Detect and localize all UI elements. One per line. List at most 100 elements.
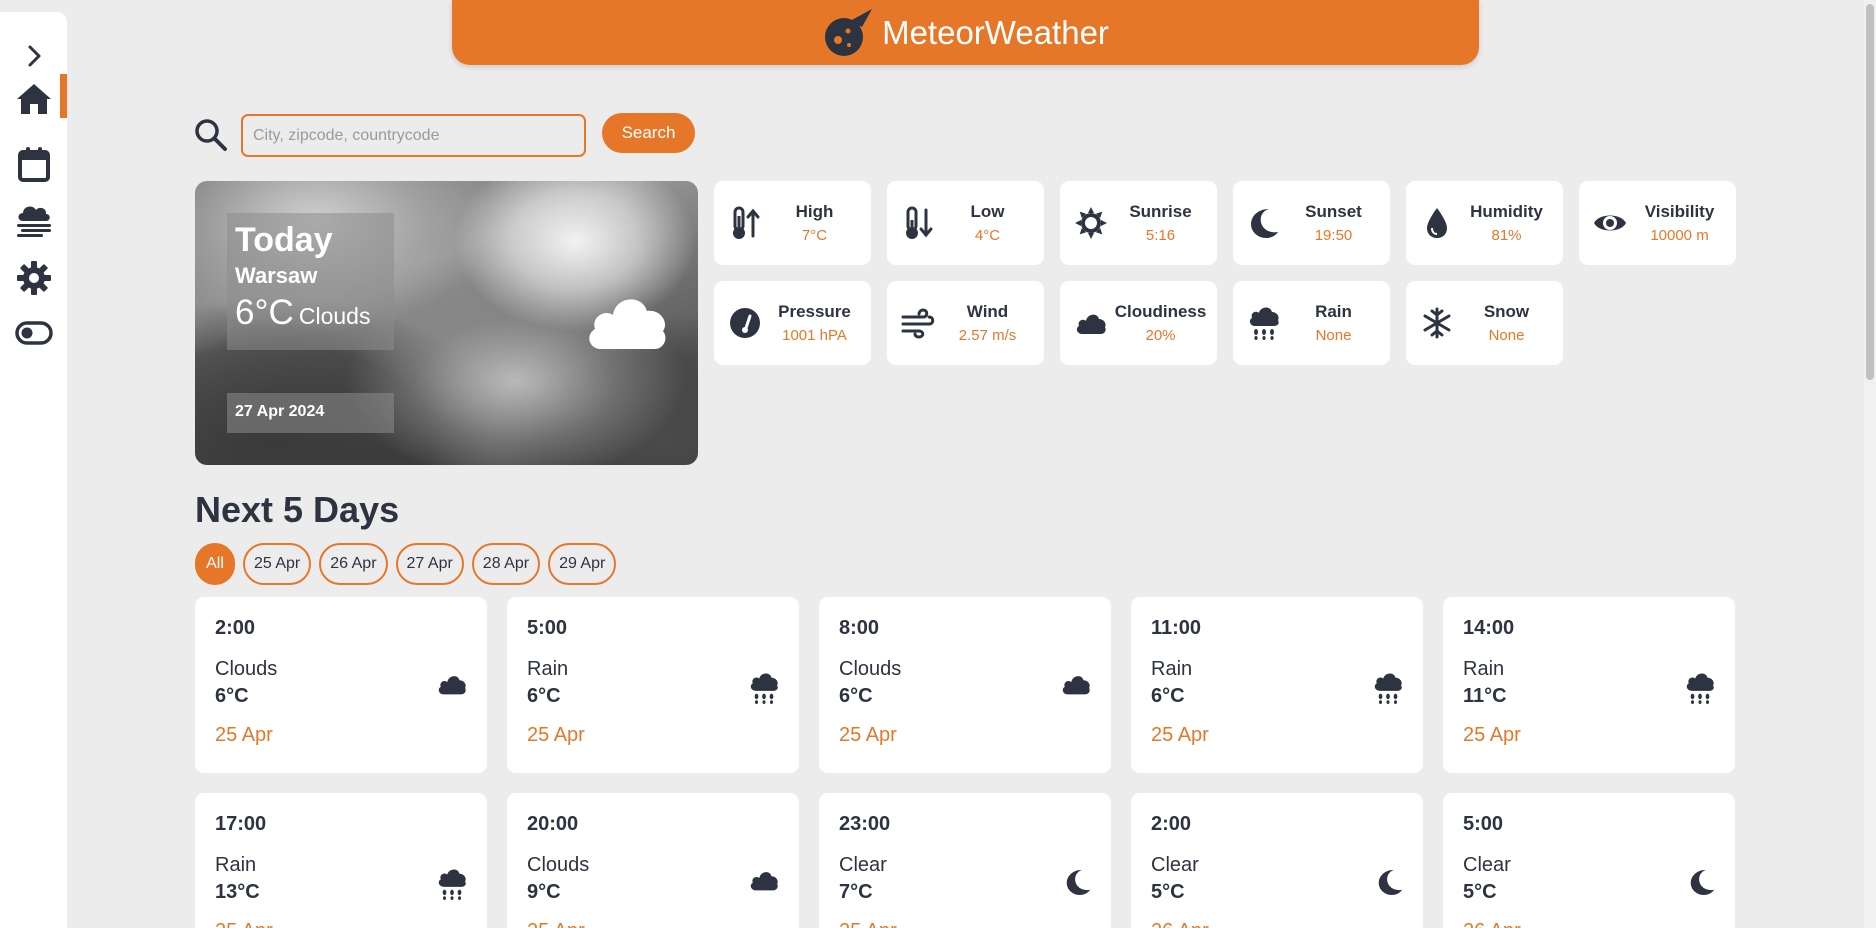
rain-cloud-icon [1686, 673, 1714, 704]
chip-29-apr[interactable]: 29 Apr [548, 543, 617, 585]
forecast-card[interactable]: 23:00 Clear 7°C 25 Apr [819, 793, 1111, 928]
chip-26-apr[interactable]: 26 Apr [319, 543, 388, 585]
chevron-right-icon [28, 45, 40, 67]
gauge-icon [730, 308, 760, 338]
calendar-icon [17, 147, 50, 182]
eye-icon [1594, 215, 1626, 231]
search-button[interactable]: Search [602, 113, 695, 153]
forecast-temp: 11°C [1463, 685, 1507, 707]
stat-value: 19:50 [1314, 227, 1353, 244]
rain-cloud-icon [1249, 307, 1279, 340]
chip-27-apr[interactable]: 27 Apr [395, 543, 464, 585]
forecast-date: 25 Apr [527, 724, 585, 746]
today-card: Today Warsaw 6°C Clouds 27 Apr 2024 [195, 181, 698, 465]
stat-label: Snow [1483, 302, 1530, 321]
cloud-icon [750, 872, 778, 891]
forecast-temp: 7°C [839, 881, 873, 903]
stat-label: Cloudiness [1114, 302, 1207, 321]
forecast-time: 11:00 [1151, 617, 1202, 639]
stat-cloudiness: Cloudiness 20% [1060, 281, 1217, 365]
stat-label: Humidity [1470, 202, 1543, 221]
toggle-icon [14, 321, 53, 345]
cloud-icon [1076, 314, 1106, 334]
stat-sunset: Sunset 19:50 [1233, 181, 1390, 265]
chip-all[interactable]: All [195, 543, 235, 585]
meteor-logo-icon [825, 8, 873, 56]
forecast-temp: 6°C [215, 685, 249, 707]
forecast-card[interactable]: 8:00 Clouds 6°C 25 Apr [819, 597, 1111, 773]
today-summary: Today Warsaw 6°C Clouds [227, 213, 394, 350]
forecast-desc: Clouds [527, 854, 590, 876]
theme-toggle[interactable] [0, 307, 67, 359]
forecast-temp: 5°C [1463, 881, 1497, 903]
forecast-time: 23:00 [839, 813, 891, 835]
rain-cloud-icon [1374, 673, 1402, 704]
stat-label: Sunset [1305, 202, 1362, 221]
search-icon [195, 119, 227, 151]
sidebar-item-calendar[interactable] [0, 138, 67, 190]
stat-label: Sunrise [1129, 202, 1192, 221]
forecast-time: 17:00 [215, 813, 267, 835]
stat-value: None [1315, 327, 1352, 344]
forecast-card[interactable]: 20:00 Clouds 9°C 25 Apr [507, 793, 799, 928]
cloud-icon [1062, 676, 1090, 695]
stat-label: Wind [966, 302, 1009, 321]
sidebar-item-forecast[interactable] [0, 194, 67, 246]
forecast-date: 25 Apr [1463, 724, 1521, 746]
scrollbar-thumb[interactable] [1866, 4, 1874, 380]
forecast-desc: Rain [1463, 658, 1505, 680]
forecast-desc: Clear [839, 854, 887, 876]
stat-visibility: Visibility 10000 m [1579, 181, 1736, 265]
sidebar-item-settings[interactable] [0, 252, 67, 304]
forecast-temp: 6°C [839, 685, 873, 707]
cloud-icon [438, 676, 466, 695]
today-city: Warsaw [235, 263, 318, 288]
stat-label: Low [970, 202, 1005, 221]
stat-value: 7°C [801, 227, 828, 244]
forecast-time: 2:00 [215, 617, 256, 639]
forecast-card[interactable]: 5:00 Clear 5°C 26 Apr [1443, 793, 1735, 928]
stat-sunrise: Sunrise 5:16 [1060, 181, 1217, 265]
sidebar-item-home[interactable] [0, 73, 67, 125]
forecast-temp: 5°C [1151, 881, 1185, 903]
stat-label: Visibility [1644, 202, 1715, 221]
forecast-desc: Rain [527, 658, 569, 680]
stat-label: Rain [1315, 302, 1352, 321]
forecast-card[interactable]: 5:00 Rain 6°C 25 Apr [507, 597, 799, 773]
cloud-icon [589, 299, 666, 349]
moon-icon [1066, 869, 1091, 895]
section-title: Next 5 Days [195, 489, 400, 530]
forecast-card[interactable]: 2:00 Clouds 6°C 25 Apr [195, 597, 487, 773]
forecast-desc: Clear [1463, 854, 1511, 876]
forecast-temp: 13°C [215, 881, 260, 903]
gear-icon [16, 261, 51, 295]
chip-28-apr[interactable]: 28 Apr [471, 543, 541, 585]
stat-pressure: Pressure 1001 hPA [714, 281, 871, 365]
page-scrollbar[interactable] [1864, 0, 1876, 928]
forecast-date: 25 Apr [1151, 724, 1209, 746]
search-input[interactable] [241, 114, 586, 157]
stat-label: High [795, 202, 834, 221]
forecast-card[interactable]: 17:00 Rain 13°C 25 Apr [195, 793, 487, 928]
brand[interactable]: MeteorWeather [822, 7, 1109, 59]
forecast-desc: Rain [1151, 658, 1193, 680]
moon-icon [1251, 209, 1278, 238]
chip-25-apr[interactable]: 25 Apr [243, 543, 312, 585]
forecast-card[interactable]: 14:00 Rain 11°C 25 Apr [1443, 597, 1735, 773]
forecast-card[interactable]: 2:00 Clear 5°C 26 Apr [1131, 793, 1423, 928]
stat-label: Pressure [778, 302, 851, 321]
stat-humidity: Humidity 81% [1406, 181, 1563, 265]
stat-snow: Snow None [1406, 281, 1563, 365]
forecast-date: 25 Apr [839, 920, 1091, 928]
thermometer-up-icon [733, 206, 760, 239]
forecast-time: 14:00 [1463, 617, 1515, 639]
stat-low: Low 4°C [887, 181, 1044, 265]
app-header: MeteorWeather [452, 0, 1479, 65]
forecast-time: 2:00 [1151, 813, 1192, 835]
sidebar [0, 12, 67, 928]
forecast-temp: 6°C [1151, 685, 1185, 707]
forecast-card[interactable]: 11:00 Rain 6°C 25 Apr [1131, 597, 1423, 773]
forecast-time: 8:00 [839, 617, 880, 639]
forecast-date: 25 Apr [527, 920, 779, 928]
thermometer-down-icon [906, 206, 933, 239]
